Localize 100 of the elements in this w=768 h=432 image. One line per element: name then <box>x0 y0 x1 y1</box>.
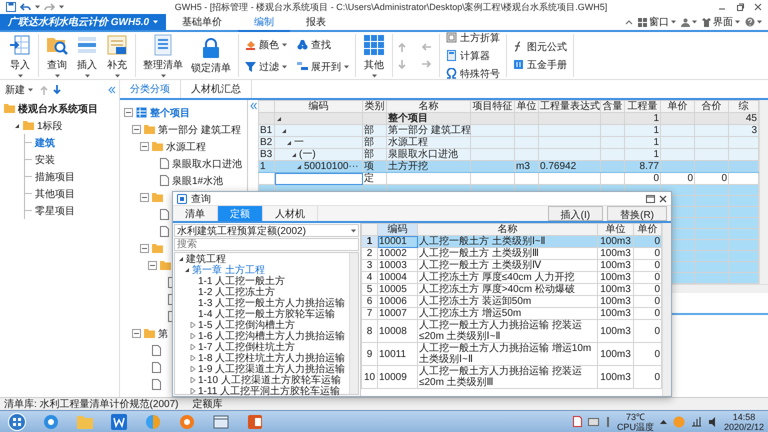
ribbon-button[interactable]: 五金手册 <box>511 56 569 72</box>
ribbon-button[interactable]: 锁定清单 <box>188 34 234 76</box>
expanded-arrow-icon[interactable] <box>178 256 184 262</box>
tree-item[interactable]: 其他项目 <box>35 186 75 200</box>
tree-item[interactable]: 零星项目 <box>35 204 75 218</box>
column-header[interactable]: 项目特征 <box>470 100 514 112</box>
column-header[interactable]: 单价 <box>660 100 694 112</box>
collapsed-arrow-icon[interactable] <box>190 344 196 350</box>
tree-item[interactable]: 措施项目 <box>35 170 75 184</box>
table-cell: 100m3 <box>598 284 634 296</box>
column-header[interactable]: 合价 <box>694 100 728 112</box>
collapse-box-icon[interactable] <box>148 261 157 270</box>
tree-item[interactable]: 1-5 人工挖倒沟槽土方 <box>198 318 296 332</box>
caret-icon <box>54 74 60 78</box>
expanded-arrow-icon[interactable] <box>291 152 297 158</box>
app-menu-button[interactable]: 广联达水利水电云计价 GWH5.0 <box>0 14 166 30</box>
scrollbar[interactable] <box>759 100 768 284</box>
tree-item[interactable]: 第一章 土方工程 <box>192 262 265 276</box>
ribbon-button[interactable]: 展开到 <box>295 58 351 74</box>
collapsed-arrow-icon[interactable] <box>190 322 196 328</box>
column-header[interactable]: 工程量表达式 <box>538 100 600 112</box>
toolbar-button[interactable]: 界面 <box>702 15 740 29</box>
tree-item[interactable]: 1标段 <box>37 118 63 132</box>
column-header[interactable]: 含量 <box>600 100 624 112</box>
ribbon-button[interactable]: 颜色 <box>243 36 289 52</box>
tree-item[interactable]: 泉眼取水口进池 <box>172 156 242 170</box>
tree-item[interactable]: 1-4 人工挖一般土方胶轮车运输 <box>198 306 336 320</box>
ribbon-button[interactable]: 补充 <box>103 32 131 80</box>
dialog-button[interactable]: 插入(I) <box>548 206 604 221</box>
ribbon-tab[interactable]: 编制 <box>238 14 290 32</box>
ribbon-button[interactable]: 插入 <box>73 32 101 80</box>
tree-item[interactable]: 建筑工程 <box>186 252 226 266</box>
column-header[interactable]: 类别 <box>362 100 386 112</box>
column-header[interactable]: 名称 <box>386 100 470 112</box>
expanded-arrow-icon[interactable] <box>281 128 287 134</box>
ribbon-tab[interactable]: 报表 <box>290 14 342 30</box>
ribbon-button[interactable]: 导入 <box>6 32 34 80</box>
expanded-arrow-icon[interactable] <box>296 164 302 170</box>
library-dropdown[interactable]: 水利建筑工程预算定额(2002) <box>174 224 359 237</box>
tab[interactable]: 人材机 <box>263 206 318 221</box>
tree-item[interactable]: 第一部分 建筑工程 <box>158 122 241 136</box>
expanded-arrow-icon[interactable] <box>14 122 20 128</box>
toolbar-button[interactable]: 窗口 <box>638 15 676 29</box>
tree-item[interactable]: 1-10 人工挖渠道土方胶轮车运输 <box>198 372 341 386</box>
maximize-icon <box>646 194 655 202</box>
dialog-button[interactable]: 替换(R) <box>607 206 667 221</box>
tree-item[interactable]: 1-9 人工挖渠道土方人力挑抬运输 <box>198 362 346 376</box>
scrollbar[interactable] <box>662 223 671 396</box>
tree-item[interactable]: 安装 <box>35 152 55 166</box>
ribbon-button[interactable]: 整理清单 <box>140 32 186 80</box>
ribbon-button[interactable]: 过滤 <box>243 58 289 74</box>
expanded-arrow-icon[interactable] <box>184 266 190 272</box>
new-button[interactable]: 新建 <box>3 82 35 98</box>
column-header[interactable]: 编码 <box>274 100 362 112</box>
column-header[interactable]: 单位 <box>598 224 634 236</box>
tree-item[interactable]: 泉眼1#水池 <box>172 174 224 188</box>
tree-item[interactable]: 整个项目 <box>150 106 190 120</box>
ribbon-button[interactable]: 特殊符号 <box>444 66 502 82</box>
tree-item[interactable]: 1-3 人工挖一般土方人力挑抬运输 <box>198 296 346 310</box>
tree-item[interactable]: 1-2 人工挖冻土方 <box>198 284 276 298</box>
collapsed-arrow-icon[interactable] <box>190 388 196 394</box>
ribbon-tab[interactable]: 基础单价 <box>166 14 238 30</box>
tree-item[interactable]: 1-1 人工挖一般土方 <box>198 274 286 288</box>
search-field[interactable]: 搜索 <box>174 238 359 251</box>
tree-item[interactable]: 建筑 <box>35 136 55 150</box>
collapsed-arrow-icon[interactable] <box>190 376 196 382</box>
collapse-box-icon[interactable] <box>124 108 133 117</box>
column-header[interactable]: 名称 <box>418 224 598 236</box>
tree-item[interactable]: 第 <box>158 326 168 340</box>
collapsed-arrow-icon[interactable] <box>190 332 196 338</box>
ribbon-button[interactable]: 计算器 <box>444 48 502 64</box>
table-cell: 人工挖一般土方 土类级别Ⅳ <box>418 260 598 272</box>
tree-item[interactable]: 1-7 人工挖倒柱坑土方 <box>198 340 296 354</box>
ribbon-button[interactable]: 查询 <box>43 32 71 80</box>
collapse-box-icon[interactable] <box>140 193 149 202</box>
collapse-box-icon[interactable] <box>140 142 149 151</box>
collapsed-arrow-icon[interactable] <box>190 354 196 360</box>
scrollbar[interactable] <box>349 253 358 394</box>
tab[interactable]: 人材机汇总 <box>181 80 252 98</box>
column-header[interactable]: 单位 <box>514 100 538 112</box>
tree-item[interactable]: 楼观台水系统项目 <box>18 102 98 116</box>
expanded-arrow-icon[interactable] <box>286 140 292 146</box>
collapse-box-icon[interactable] <box>132 125 141 134</box>
ribbon-button[interactable]: 土方折算 <box>444 30 502 46</box>
tree-item[interactable]: 水源工程 <box>166 140 206 154</box>
column-header[interactable]: 工程量 <box>624 100 660 112</box>
tab[interactable]: 分类分项 <box>120 80 181 98</box>
collapse-box-icon[interactable] <box>140 244 149 253</box>
collapsed-arrow-icon[interactable] <box>190 366 196 372</box>
expanded-arrow-icon[interactable] <box>276 116 282 122</box>
tree-item[interactable]: 1-8 人工挖柱坑土方人力挑抬运输 <box>198 350 346 364</box>
ribbon-button[interactable]: 查找 <box>295 36 351 52</box>
tree-item[interactable]: 1-6 人工挖沟槽土方人力挑抬运输 <box>198 328 346 342</box>
ribbon-button[interactable]: 其他 <box>360 32 388 80</box>
tree-item[interactable]: 1-11 人工挖平洞土方胶轮车运输 <box>198 384 340 398</box>
column-header[interactable]: 综 <box>728 100 758 112</box>
ribbon-button[interactable]: 图元公式 <box>511 38 569 54</box>
column-header[interactable]: 单价 <box>634 224 662 236</box>
collapse-box-icon[interactable] <box>132 329 141 338</box>
column-header[interactable]: 编码 <box>378 224 418 236</box>
